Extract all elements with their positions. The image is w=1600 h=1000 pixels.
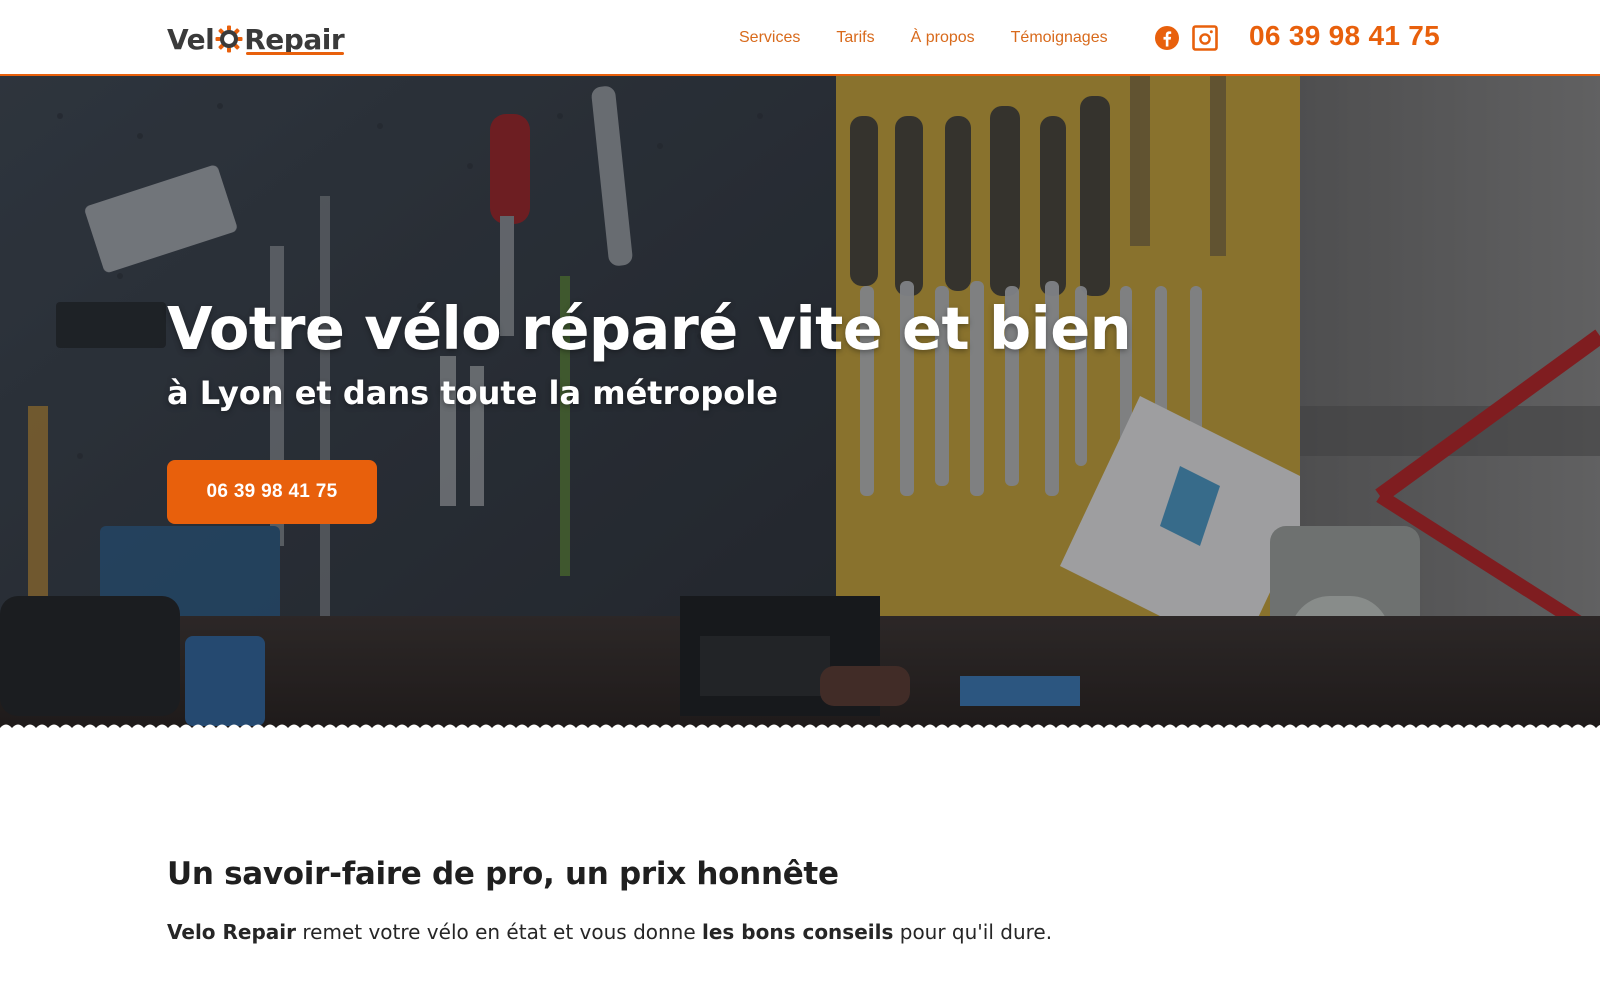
site-header: Vel Repair Services Tarifs À propos Témo…: [0, 0, 1600, 76]
nav-item-services[interactable]: Services: [739, 26, 800, 50]
logo-text-first: Vel: [167, 22, 215, 56]
main-nav: Services Tarifs À propos Témoignages: [739, 26, 1108, 50]
hero-call-button[interactable]: 06 39 98 41 75: [167, 460, 377, 524]
hero-scalloped-edge: [0, 724, 1600, 736]
social-links: [1154, 25, 1218, 51]
intro-text: Velo Repair remet votre vélo en état et …: [167, 920, 1052, 944]
nav-item-a-propos[interactable]: À propos: [911, 26, 975, 50]
intro-text-part-1: remet votre vélo en état et vous donne: [296, 920, 703, 944]
intro-brand-name: Velo Repair: [167, 920, 297, 944]
intro-heading: Un savoir-faire de pro, un prix honnête: [167, 856, 839, 892]
logo-text-second: Repair: [244, 22, 345, 56]
instagram-icon[interactable]: [1192, 25, 1218, 51]
facebook-icon[interactable]: [1154, 25, 1180, 51]
nav-item-tarifs[interactable]: Tarifs: [836, 26, 874, 50]
hero-subtitle: à Lyon et dans toute la métropole: [167, 374, 778, 412]
nav-item-temoignages[interactable]: Témoignages: [1011, 26, 1108, 50]
gear-icon: [215, 25, 243, 53]
intro-text-part-2: pour qu'il dure.: [893, 920, 1053, 944]
header-phone-link[interactable]: 06 39 98 41 75: [1249, 20, 1440, 52]
intro-bold-advice: les bons conseils: [702, 920, 894, 944]
hero-title: Votre vélo réparé vite et bien: [167, 294, 1132, 363]
hero-section: Votre vélo réparé vite et bien à Lyon et…: [0, 76, 1600, 732]
logo-underline: [246, 52, 344, 55]
